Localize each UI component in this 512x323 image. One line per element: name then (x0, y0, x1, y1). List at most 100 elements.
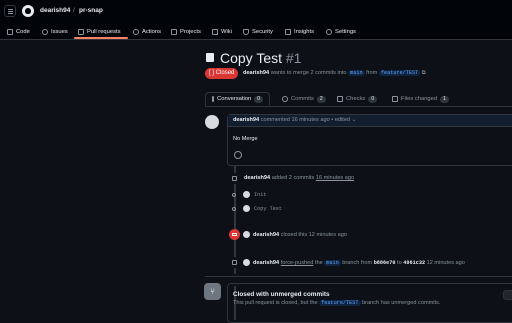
graph-icon (285, 29, 291, 35)
event-closed: dearish94 closed this 12 minutes ago (253, 232, 347, 238)
event-author[interactable]: dearish94 (253, 232, 279, 238)
table-icon (171, 29, 177, 35)
tab-settings[interactable]: Settings (326, 27, 356, 37)
tab-count: 0 (368, 95, 378, 103)
merge-box-text: branch has unmerged commits. (362, 300, 441, 306)
merge-box-text: This pull request is closed, but the (233, 300, 318, 306)
event-text: added 2 commits (271, 175, 315, 181)
pr-closed-event-icon (229, 229, 240, 240)
edited-dropdown[interactable]: • edited (331, 117, 350, 123)
branch-label[interactable]: feature/TEST (319, 300, 361, 306)
base-branch[interactable]: main (348, 70, 365, 76)
comment-icon (212, 96, 215, 102)
pr-number: #1 (285, 50, 302, 66)
event-time[interactable]: 12 minutes ago (427, 260, 465, 266)
tab-label: Code (16, 29, 30, 35)
gear-icon (326, 29, 332, 35)
pr-closed-icon: [ ] (209, 70, 215, 76)
tab-label: Actions (142, 29, 162, 35)
tab-projects[interactable]: Projects (171, 27, 201, 37)
breadcrumb-owner[interactable]: dearish94 (40, 7, 70, 14)
merge-box-subtitle: This pull request is closed, but the fea… (233, 300, 440, 306)
comment-meta: dearish94 commented 16 minutes ago • edi… (233, 117, 356, 123)
tab-count: 1 (440, 95, 449, 103)
timeline-divider (205, 276, 512, 277)
tab-label: Security (252, 29, 273, 35)
event-author[interactable]: dearish94 (244, 175, 270, 181)
file-diff-icon (392, 96, 398, 102)
event-action[interactable]: force-pushed (281, 260, 314, 266)
event-force-pushed: dearish94 force-pushed the main branch f… (253, 260, 465, 266)
tab-label: Issues (51, 29, 68, 35)
commit-sha[interactable]: 4961c32 (403, 260, 425, 266)
tab-pull-requests[interactable]: Pull requests (78, 27, 121, 37)
event-time[interactable]: 16 minutes ago (316, 175, 354, 181)
tab-label: Wiki (221, 29, 232, 35)
tab-checks[interactable]: Checks 0 (331, 92, 383, 106)
pull-request-icon (78, 29, 84, 35)
comment-time[interactable]: commented 16 minutes ago (261, 117, 330, 123)
shield-icon (243, 29, 249, 35)
tab-label: Commits (291, 96, 314, 102)
breadcrumb-separator: / (73, 7, 75, 14)
copy-icon[interactable]: ⧉ (422, 70, 426, 76)
commit-icon (282, 96, 288, 102)
pr-author-link[interactable]: dearish94 (243, 70, 269, 76)
page-title: Copy Test #1 (220, 50, 301, 66)
comment-author[interactable]: dearish94 (233, 117, 259, 123)
book-icon (212, 29, 218, 35)
tab-wiki[interactable]: Wiki (212, 27, 232, 37)
merge-options-button[interactable] (503, 290, 512, 300)
tab-label: Files changed (401, 96, 438, 102)
issue-icon (42, 29, 48, 35)
status-label: Closed (215, 70, 235, 76)
tab-count: 0 (254, 95, 263, 103)
tab-files-changed[interactable]: Files changed 1 (386, 92, 455, 106)
github-logo-icon[interactable] (22, 5, 34, 17)
commit-icon (232, 193, 236, 197)
pr-summary: dearish94 wants to merge 2 commits into … (243, 70, 426, 77)
tab-insights[interactable]: Insights (285, 27, 314, 37)
hamburger-menu-button[interactable] (4, 5, 16, 17)
active-tab-indicator (74, 37, 128, 39)
tab-label: Projects (180, 29, 201, 35)
tab-conversation[interactable]: Conversation 0 (205, 92, 270, 106)
tab-label: Conversation (217, 96, 252, 102)
repo-push-icon (229, 257, 240, 268)
checklist-icon (337, 96, 343, 102)
event-author[interactable]: dearish94 (253, 260, 279, 266)
tab-actions[interactable]: Actions (133, 27, 161, 37)
tab-label: Settings (335, 29, 356, 35)
summary-from: from (366, 70, 378, 76)
tab-security[interactable]: Security (243, 27, 273, 37)
commit-message[interactable]: Copy Test (254, 206, 282, 212)
pr-tabs-divider (205, 106, 512, 107)
commit-message[interactable]: Init (254, 192, 266, 198)
tab-label: Insights (294, 29, 314, 35)
play-icon (133, 29, 139, 35)
event-added-commits: dearish94 added 2 commits 16 minutes ago (244, 175, 354, 181)
comment-body: No Merge (233, 136, 258, 142)
commit-icon (232, 207, 236, 211)
avatar[interactable] (243, 259, 250, 266)
tab-commits[interactable]: Commits 2 (276, 92, 332, 106)
breadcrumb-repo[interactable]: pr-snap (79, 7, 103, 14)
chevron-down-icon[interactable]: ⌄ (352, 117, 357, 123)
merge-box-title: Closed with unmerged commits (233, 291, 330, 298)
pull-request-closed-icon (206, 53, 214, 62)
event-text: closed this 12 minutes ago (280, 232, 347, 238)
avatar[interactable] (243, 231, 250, 238)
tab-label: Pull requests (87, 29, 121, 35)
pr-title: Copy Test (220, 50, 282, 66)
smiley-icon[interactable] (234, 151, 242, 159)
commit-sha[interactable]: b886e70 (374, 260, 396, 266)
tab-issues[interactable]: Issues (42, 27, 68, 37)
avatar[interactable] (205, 115, 219, 129)
tab-code[interactable]: Code (7, 27, 30, 37)
event-text: the (314, 260, 323, 266)
avatar[interactable] (243, 205, 250, 212)
branch-label[interactable]: main (324, 260, 341, 266)
head-branch[interactable]: feature/TEST (378, 70, 421, 76)
avatar[interactable] (243, 191, 250, 198)
git-merge-icon: ⑂ (204, 283, 221, 300)
